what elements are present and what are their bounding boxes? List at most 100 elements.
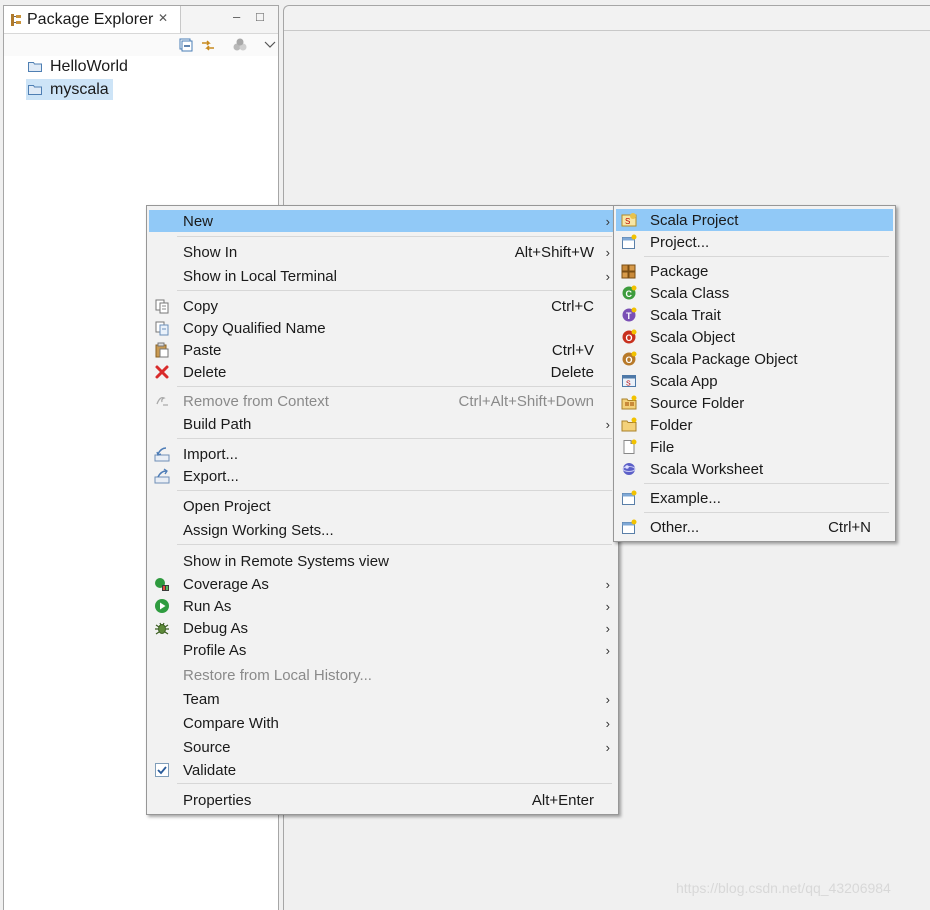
menu-item-accelerator: Delete bbox=[550, 363, 594, 381]
coverage-icon bbox=[155, 578, 169, 591]
menu-item-build-path[interactable]: Build Path › bbox=[149, 413, 616, 435]
menu-item-scala-project[interactable]: S Scala Project bbox=[616, 209, 893, 231]
tree-item-myscala[interactable]: myscala bbox=[26, 79, 113, 100]
submenu-chevron-right-icon: › bbox=[605, 268, 610, 284]
menu-separator bbox=[177, 544, 612, 545]
project-folder-icon bbox=[28, 85, 42, 95]
menu-item-remove-from-context[interactable]: Remove from Context Ctrl+Alt+Shift+Down bbox=[149, 390, 616, 412]
menu-separator bbox=[644, 483, 889, 484]
menu-item-import[interactable]: Import... bbox=[149, 443, 616, 465]
menu-item-label: Compare With bbox=[183, 714, 279, 732]
menu-item-scala-package-object[interactable]: O Scala Package Object bbox=[616, 348, 893, 370]
svg-text:O: O bbox=[626, 333, 633, 343]
menu-item-scala-class[interactable]: C Scala Class bbox=[616, 282, 893, 304]
menu-item-team[interactable]: Team › bbox=[149, 688, 616, 710]
menu-item-label: Scala Project bbox=[650, 211, 739, 229]
menu-item-new[interactable]: New › bbox=[149, 210, 616, 232]
menu-item-label: Validate bbox=[183, 761, 237, 779]
other-wizard-icon bbox=[622, 519, 637, 534]
submenu-chevron-right-icon: › bbox=[605, 715, 610, 731]
scala-trait-icon: T bbox=[622, 307, 637, 322]
package-explorer-tab[interactable]: Package Explorer ✕ bbox=[4, 6, 181, 33]
view-menu-chevron-down-icon[interactable] bbox=[262, 37, 278, 53]
menu-separator bbox=[644, 512, 889, 513]
source-folder-icon bbox=[621, 395, 637, 410]
menu-item-folder[interactable]: Folder bbox=[616, 414, 893, 436]
submenu-chevron-right-icon: › bbox=[605, 576, 610, 592]
submenu-chevron-right-icon: › bbox=[605, 598, 610, 614]
run-icon bbox=[155, 599, 169, 613]
menu-item-delete[interactable]: Delete Delete bbox=[149, 361, 616, 383]
menu-item-profile-as[interactable]: Profile As › bbox=[149, 639, 616, 661]
maximize-icon[interactable]: □ bbox=[256, 9, 264, 24]
submenu-chevron-right-icon: › bbox=[605, 213, 610, 229]
collapse-all-icon[interactable] bbox=[178, 37, 194, 53]
menu-item-show-in-local-terminal[interactable]: Show in Local Terminal › bbox=[149, 265, 616, 287]
menu-item-source[interactable]: Source › bbox=[149, 736, 616, 758]
menu-item-package[interactable]: Package bbox=[616, 260, 893, 282]
menu-item-open-project[interactable]: Open Project bbox=[149, 495, 616, 517]
menu-item-compare-with[interactable]: Compare With › bbox=[149, 712, 616, 734]
menu-item-label: Scala Trait bbox=[650, 306, 721, 324]
menu-item-label: Package bbox=[650, 262, 709, 280]
menu-item-label: Scala App bbox=[650, 372, 718, 390]
package-icon bbox=[621, 264, 636, 279]
menu-item-project[interactable]: Project... bbox=[616, 231, 893, 253]
menu-item-scala-trait[interactable]: T Scala Trait bbox=[616, 304, 893, 326]
menu-item-restore-from-local-history[interactable]: Restore from Local History... bbox=[149, 664, 616, 686]
menu-item-source-folder[interactable]: Source Folder bbox=[616, 392, 893, 414]
menu-item-label: Paste bbox=[183, 341, 222, 359]
menu-item-run-as[interactable]: Run As › bbox=[149, 595, 616, 617]
menu-separator bbox=[177, 490, 612, 491]
menu-item-debug-as[interactable]: Debug As › bbox=[149, 617, 616, 639]
menu-item-validate[interactable]: Validate bbox=[149, 759, 616, 781]
focus-active-task-icon[interactable] bbox=[232, 37, 248, 53]
submenu-chevron-right-icon: › bbox=[605, 691, 610, 707]
menu-item-coverage-as[interactable]: Coverage As › bbox=[149, 573, 616, 595]
menu-item-file[interactable]: File bbox=[616, 436, 893, 458]
svg-text:S: S bbox=[626, 381, 631, 388]
menu-item-copy-qualified-name[interactable]: Copy Qualified Name bbox=[149, 317, 616, 339]
menu-item-show-in-remote-systems-view[interactable]: Show in Remote Systems view bbox=[149, 550, 616, 572]
menu-item-label: Folder bbox=[650, 416, 693, 434]
validate-checkbox-icon bbox=[155, 763, 169, 777]
menu-item-label: Properties bbox=[183, 791, 252, 809]
debug-bug-icon bbox=[155, 622, 169, 635]
svg-text:C: C bbox=[626, 289, 633, 299]
menu-item-label: Coverage As bbox=[183, 575, 269, 593]
link-with-editor-icon[interactable] bbox=[200, 37, 216, 53]
menu-item-properties[interactable]: Properties Alt+Enter bbox=[149, 789, 616, 811]
submenu-chevron-right-icon: › bbox=[605, 739, 610, 755]
menu-item-accelerator: Alt+Shift+W bbox=[514, 243, 594, 261]
menu-item-scala-worksheet[interactable]: Scala Worksheet bbox=[616, 458, 893, 480]
menu-item-label: Export... bbox=[183, 467, 239, 485]
menu-item-label: Project... bbox=[650, 233, 710, 251]
menu-item-scala-app[interactable]: S Scala App bbox=[616, 370, 893, 392]
menu-item-assign-working-sets[interactable]: Assign Working Sets... bbox=[149, 519, 616, 541]
menu-separator bbox=[177, 438, 612, 439]
tree-item-label: myscala bbox=[50, 80, 109, 98]
new-submenu: S Scala Project Project... Package C Scala Cl… bbox=[613, 205, 896, 542]
menu-separator bbox=[177, 290, 612, 291]
menu-item-label: Other... bbox=[650, 518, 700, 536]
tree-item-helloworld[interactable]: HelloWorld bbox=[26, 56, 132, 77]
tree-item-label: HelloWorld bbox=[50, 57, 128, 75]
menu-item-copy[interactable]: Copy Ctrl+C bbox=[149, 295, 616, 317]
submenu-chevron-right-icon: › bbox=[605, 620, 610, 636]
menu-item-label: Copy Qualified Name bbox=[183, 319, 326, 337]
copy-qualified-name-icon bbox=[155, 321, 169, 336]
menu-item-label: Assign Working Sets... bbox=[183, 521, 334, 539]
minimize-icon[interactable]: – bbox=[233, 9, 240, 24]
menu-item-paste[interactable]: Paste Ctrl+V bbox=[149, 339, 616, 361]
menu-item-example[interactable]: Example... bbox=[616, 487, 893, 509]
editor-tab-bar bbox=[284, 6, 930, 31]
menu-item-label: Source bbox=[183, 738, 231, 756]
menu-item-show-in[interactable]: Show In Alt+Shift+W › bbox=[149, 241, 616, 263]
menu-item-other[interactable]: Other... Ctrl+N bbox=[616, 516, 893, 538]
menu-item-scala-object[interactable]: O Scala Object bbox=[616, 326, 893, 348]
menu-item-export[interactable]: Export... bbox=[149, 465, 616, 487]
scala-package-object-icon: O bbox=[622, 351, 637, 366]
close-icon[interactable]: ✕ bbox=[158, 11, 168, 25]
package-explorer-icon bbox=[11, 13, 21, 26]
scala-project-icon: S bbox=[621, 213, 637, 227]
